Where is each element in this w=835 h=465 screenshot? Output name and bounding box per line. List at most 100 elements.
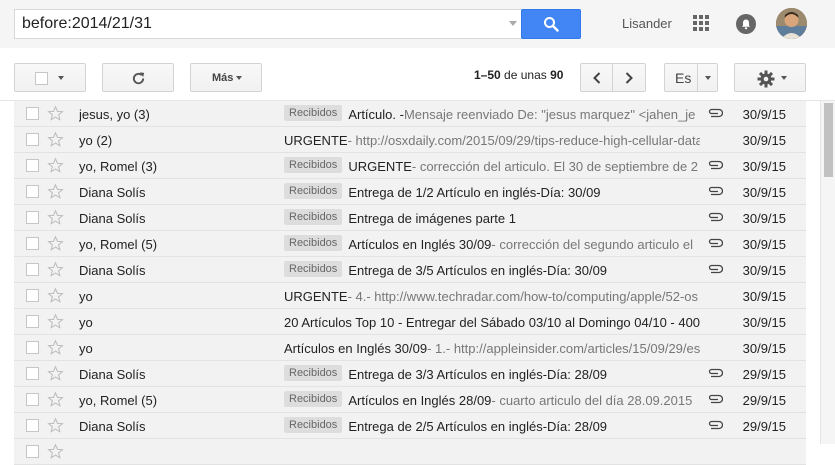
star-icon[interactable] [47, 235, 64, 252]
row-checkbox[interactable] [26, 237, 39, 250]
message-subject: URGENTE [284, 133, 348, 148]
label-badge[interactable]: Recibidos [284, 157, 343, 173]
label-badge[interactable]: Recibidos [284, 105, 343, 121]
label-badge[interactable]: Recibidos [284, 235, 343, 251]
select-all-button[interactable] [14, 63, 86, 92]
message-snippet: - 4.- http://www.techradar.com/how-to/co… [347, 289, 699, 304]
message-date: 30/9/15 [742, 237, 786, 252]
subject-line: Recibidos Artículos en Inglés 28/09 - cua… [284, 390, 700, 410]
row-checkbox[interactable] [26, 107, 39, 120]
sender-name: yo [79, 315, 93, 330]
subject-line: Recibidos URGENTE - corrección del articu… [284, 156, 700, 176]
sender-name: yo (2) [79, 133, 113, 148]
refresh-button[interactable] [102, 63, 174, 92]
message-subject: Artículos en Inglés 30/09 [348, 237, 492, 252]
search-options-caret-icon[interactable] [509, 21, 517, 26]
chevron-down-icon [58, 76, 64, 80]
star-icon[interactable] [47, 391, 64, 408]
message-snippet: Mensaje reenviado De: "jesus marquez" <j… [403, 107, 696, 122]
next-page-button[interactable] [612, 63, 646, 92]
row-checkbox[interactable] [26, 341, 39, 354]
row-checkbox[interactable] [26, 185, 39, 198]
star-icon[interactable] [47, 287, 64, 304]
chevron-down-icon [781, 76, 787, 80]
previous-page-button[interactable] [580, 63, 613, 92]
table-row[interactable]: Diana Solís Recibidos Entrega de imágenes … [14, 205, 806, 231]
message-subject: 20 Artículos Top 10 - Entregar del Sábad… [284, 315, 700, 330]
table-row[interactable]: Diana Solís Recibidos Entrega de 3/3 Artíc… [14, 361, 806, 387]
apps-grid-icon[interactable] [693, 15, 709, 31]
subject-line [284, 442, 700, 462]
search-button[interactable] [521, 9, 581, 39]
star-icon[interactable] [47, 209, 64, 226]
star-icon[interactable] [47, 365, 64, 382]
table-row[interactable]: yo, Romel (5) Recibidos Artículos en Inglé… [14, 387, 806, 413]
row-checkbox[interactable] [26, 315, 39, 328]
label-badge[interactable]: Recibidos [284, 261, 343, 277]
scrollbar-thumb[interactable] [824, 103, 833, 177]
subject-line: Artículos en Inglés 30/09 - 1.- http://a… [284, 338, 700, 358]
sender-name: Diana Solís [79, 419, 146, 434]
subject-line: Recibidos Entrega de imágenes parte 1 [284, 208, 700, 228]
message-date: 29/9/15 [742, 367, 786, 382]
table-row[interactable]: yo, Romel (5) Recibidos Artículos en Inglé… [14, 231, 806, 257]
search-box[interactable] [14, 9, 522, 39]
row-checkbox[interactable] [26, 133, 39, 146]
sender-name: yo [79, 289, 93, 304]
more-button[interactable]: Más [190, 63, 262, 92]
message-date: 30/9/15 [742, 159, 786, 174]
search-input[interactable] [22, 14, 492, 34]
row-checkbox[interactable] [26, 211, 39, 224]
star-icon[interactable] [47, 339, 64, 356]
table-row[interactable]: yo URGENTE - 4.- http://www.techradar.com… [14, 283, 806, 309]
chevron-down-icon[interactable] [705, 76, 711, 80]
table-row[interactable]: yo Artículos en Inglés 30/09 - 1.- http:/… [14, 335, 806, 361]
scrollbar[interactable] [820, 101, 835, 444]
table-row[interactable]: yo, Romel (3) Recibidos URGENTE - correcci… [14, 153, 806, 179]
chevron-left-icon [593, 72, 601, 84]
row-checkbox[interactable] [26, 445, 39, 458]
star-icon[interactable] [47, 261, 64, 278]
label-badge[interactable]: Recibidos [284, 391, 343, 407]
row-checkbox[interactable] [26, 393, 39, 406]
subject-line: Recibidos Entrega de 3/3 Artículos en ing… [284, 364, 700, 384]
table-row[interactable]: yo 20 Artículos Top 10 - Entregar del Sáb… [14, 309, 806, 335]
star-icon[interactable] [47, 417, 64, 434]
row-checkbox[interactable] [26, 263, 39, 276]
settings-button[interactable] [734, 63, 806, 92]
input-language-button[interactable]: Es [664, 63, 718, 92]
message-date: 29/9/15 [742, 393, 786, 408]
row-checkbox[interactable] [26, 159, 39, 172]
table-row[interactable]: yo (2) URGENTE - http://osxdaily.com/2015… [14, 127, 806, 153]
table-row[interactable]: jesus, yo (3) Recibidos Artículo. - Mensaj… [14, 101, 806, 127]
user-name-link[interactable]: Lisander [622, 16, 672, 31]
message-subject: Entrega de 3/3 Artículos en inglés-Día: … [348, 367, 608, 382]
label-badge[interactable]: Recibidos [284, 417, 343, 433]
divider [697, 64, 698, 91]
table-row[interactable]: Diana Solís Recibidos Entrega de 3/5 Artíc… [14, 257, 806, 283]
row-checkbox[interactable] [26, 419, 39, 432]
select-all-checkbox[interactable] [35, 72, 48, 85]
message-subject: Artículos en Inglés 28/09 [348, 393, 492, 408]
avatar[interactable] [776, 8, 807, 39]
star-icon[interactable] [47, 313, 64, 330]
pager-of-text: de unas [504, 68, 547, 82]
notifications-icon[interactable] [736, 14, 756, 34]
star-icon[interactable] [47, 131, 64, 148]
star-icon[interactable] [47, 105, 64, 122]
label-badge[interactable]: Recibidos [284, 365, 343, 381]
message-date: 30/9/15 [742, 263, 786, 278]
label-badge[interactable]: Recibidos [284, 183, 343, 199]
message-snippet: - http://osxdaily.com/2015/09/29/tips-re… [347, 133, 700, 148]
star-icon[interactable] [47, 183, 64, 200]
table-row[interactable]: Diana Solís Recibidos Entrega de 2/5 Artíc… [14, 413, 806, 439]
subject-line: URGENTE - 4.- http://www.techradar.com/h… [284, 286, 700, 306]
star-icon[interactable] [47, 443, 64, 460]
star-icon[interactable] [47, 157, 64, 174]
label-badge[interactable]: Recibidos [284, 209, 343, 225]
row-checkbox[interactable] [26, 367, 39, 380]
subject-line: Recibidos Artículo. - Mensaje reenviado D… [284, 104, 700, 124]
table-row[interactable]: Diana Solís Recibidos Entrega de 1/2 Artíc… [14, 179, 806, 205]
row-checkbox[interactable] [26, 289, 39, 302]
table-row[interactable] [14, 439, 806, 465]
